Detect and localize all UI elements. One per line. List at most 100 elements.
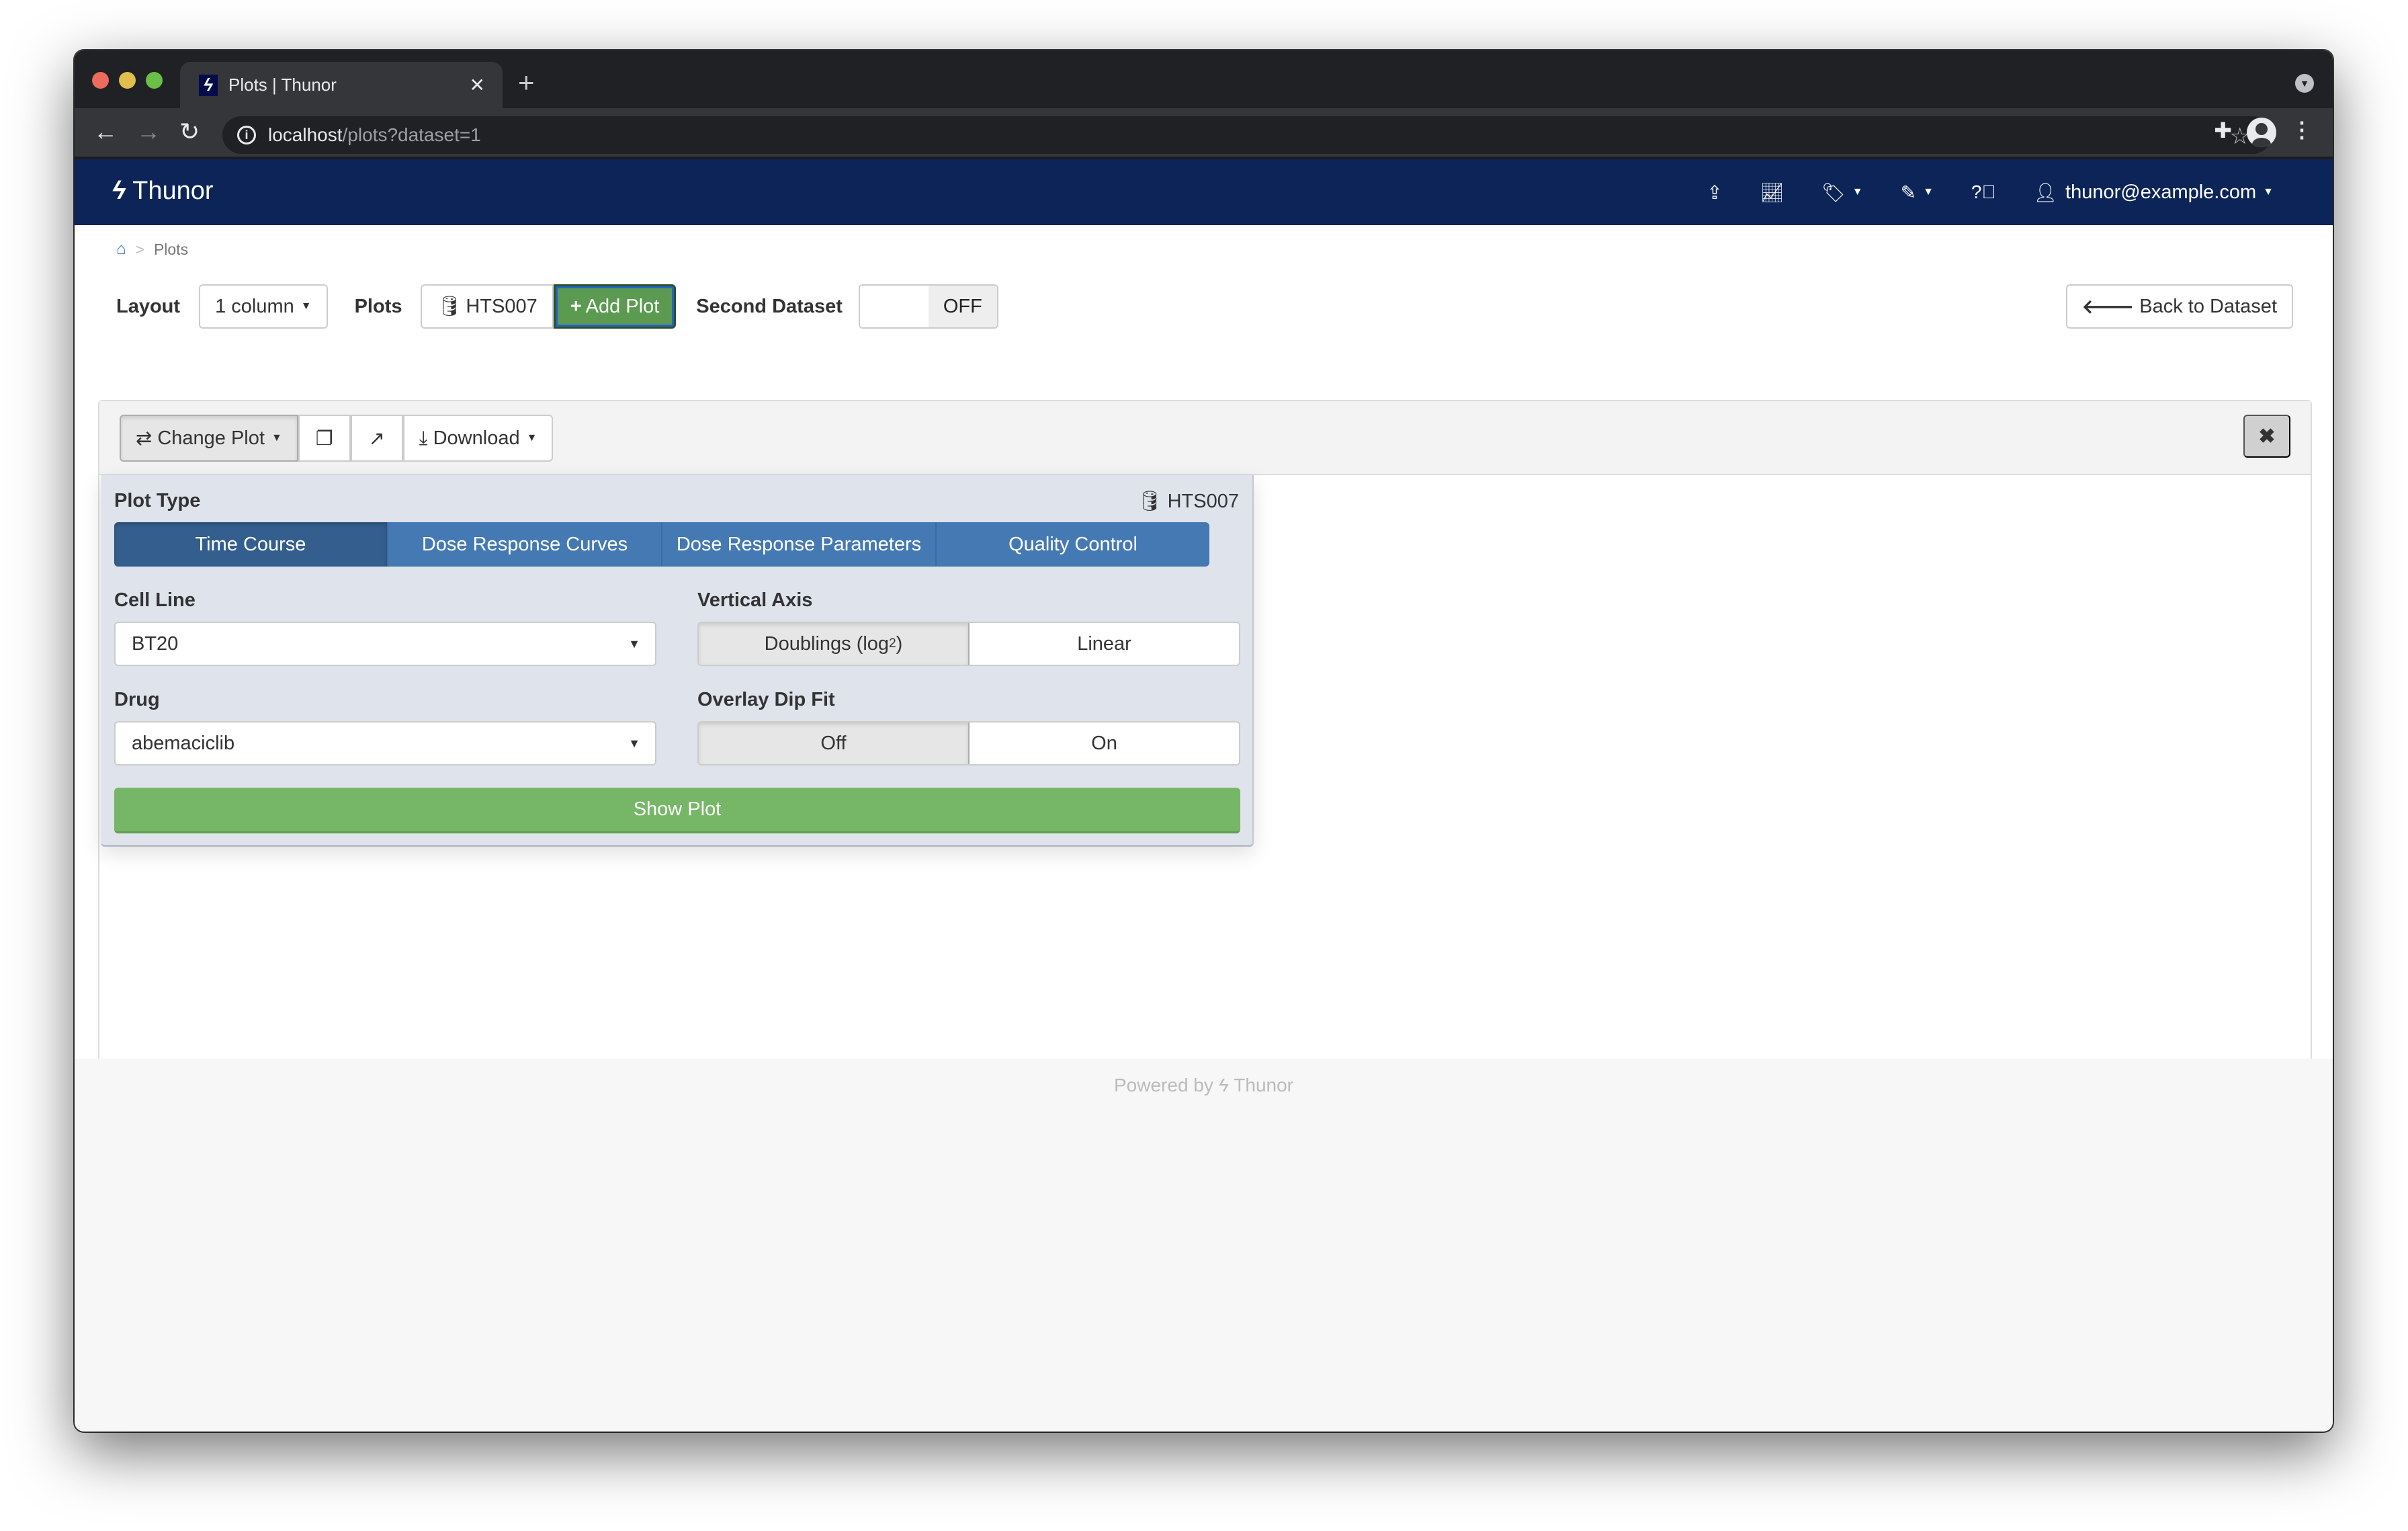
change-plot-dropdown: Plot Type 🛢︎ HTS007 Time Course Dose Res… <box>101 475 1254 847</box>
vertical-axis-doublings[interactable]: Doublings (log 2) <box>699 623 970 665</box>
extensions-icon[interactable]: ✚ <box>2214 118 2232 143</box>
tab-search-icon[interactable]: ▼ <box>2295 74 2314 93</box>
url-text: localhost/plots?dataset=1 <box>268 124 481 146</box>
chart-icon[interactable]: 📈︎ <box>1742 159 1803 225</box>
add-plot-button[interactable]: + Add Plot <box>553 284 677 329</box>
browser-tab[interactable]: ϟ Plots | Thunor ✕ <box>180 62 503 108</box>
download-button[interactable]: ⤓ Download ▼ <box>402 415 554 462</box>
help-icon[interactable]: ?⃝ <box>1952 159 2015 225</box>
footer-prefix: Powered by <box>1114 1075 1213 1095</box>
upload-icon[interactable]: ⇪ <box>1688 159 1741 225</box>
caret-down-icon: ▼ <box>271 432 282 444</box>
home-icon[interactable]: ⌂ <box>116 240 126 259</box>
second-dataset-toggle[interactable]: OFF <box>858 284 998 329</box>
change-plot-button[interactable]: ⇄ Change Plot ▼ <box>120 415 298 462</box>
tags-menu[interactable]: 🏷︎ ▼ <box>1803 159 1881 225</box>
footer-text: Powered by ϟ Thunor <box>75 1075 2333 1096</box>
show-plot-button[interactable]: Show Plot <box>114 788 1240 833</box>
layout-label: Layout <box>116 295 181 317</box>
copy-plot-button[interactable]: ❐ <box>298 415 351 462</box>
second-dataset-label: Second Dataset <box>696 295 843 317</box>
menu-icon[interactable]: ⋮ <box>2291 119 2313 140</box>
plot-type-dose-response-curves[interactable]: Dose Response Curves <box>388 522 662 567</box>
tab-strip: ϟ Plots | Thunor ✕ + ▼ <box>75 50 2333 108</box>
info-icon[interactable]: i <box>237 126 256 144</box>
change-plot-label: Change Plot <box>157 427 265 449</box>
toggle-state: OFF <box>928 286 997 327</box>
doublings-suffix: ) <box>896 632 903 655</box>
breadcrumb: ⌂ > Plots <box>116 240 188 259</box>
caret-down-icon: ▼ <box>300 300 312 312</box>
maximize-window-button[interactable] <box>146 72 163 89</box>
browser-toolbar: ← → ↻ i localhost/plots?dataset=1 ☆ ✚ ⋮ <box>75 108 2333 157</box>
cell-line-select[interactable]: BT20 ▼ <box>114 622 656 666</box>
browser-window: ϟ Plots | Thunor ✕ + ▼ ← → ↻ i localhost… <box>75 50 2333 1432</box>
download-icon: ⤓ <box>419 427 428 449</box>
minimize-window-button[interactable] <box>119 72 136 89</box>
copy-icon: ❐ <box>315 427 333 450</box>
toggle-handle <box>859 286 929 327</box>
back-arrow-icon[interactable]: ← <box>93 118 118 146</box>
vertical-axis-toggle: Doublings (log 2) Linear <box>697 622 1240 666</box>
drug-label: Drug <box>114 689 160 710</box>
new-tab-button[interactable]: + <box>518 67 535 99</box>
close-tab-icon[interactable]: ✕ <box>470 74 485 96</box>
url-host: localhost <box>268 124 343 145</box>
footer-brand[interactable]: Thunor <box>1234 1075 1293 1095</box>
database-icon: 🛢︎ <box>1137 491 1162 512</box>
cell-line-label: Cell Line <box>114 589 196 611</box>
breadcrumb-separator: > <box>135 240 144 258</box>
caret-down-icon: ▼ <box>628 736 640 750</box>
layout-dropdown[interactable]: 1 column ▼ <box>199 284 328 329</box>
user-email: thunor@example.com <box>2065 181 2257 203</box>
page-content: ⌂ > Plots Layout 1 column ▼ Plots 🛢︎ HTS… <box>75 225 2333 1080</box>
edit-menu[interactable]: ✎ ▼ <box>1882 159 1952 225</box>
close-window-button[interactable] <box>92 72 109 89</box>
plot-panel: ⇄ Change Plot ▼ ❐ ↗ ⤓ Download ▼ ✖ Plot … <box>98 400 2312 1080</box>
overlay-on[interactable]: On <box>970 722 1239 764</box>
breadcrumb-current: Plots <box>153 240 189 258</box>
arrow-left-icon: 🡐 <box>2081 296 2135 318</box>
reload-icon[interactable]: ↻ <box>179 118 200 146</box>
caret-down-icon: ▼ <box>526 432 538 444</box>
user-icon: 👤︎ <box>2033 181 2058 203</box>
close-icon: ✖ <box>2258 425 2276 448</box>
exchange-icon: ⇄ <box>136 427 153 450</box>
thunor-bolt-icon: ϟ <box>199 74 218 96</box>
plot-type-quality-control[interactable]: Quality Control <box>937 522 1209 567</box>
overlay-off[interactable]: Off <box>699 722 970 764</box>
overlay-dip-fit-label: Overlay Dip Fit <box>697 689 835 710</box>
plot-type-selector: Time Course Dose Response Curves Dose Re… <box>114 522 1209 567</box>
close-plot-button[interactable]: ✖ <box>2243 415 2290 458</box>
caret-down-icon: ▼ <box>628 636 640 651</box>
brand-link[interactable]: ϟ Thunor <box>112 177 214 206</box>
back-to-dataset-button[interactable]: 🡐 Back to Dataset <box>2065 284 2293 329</box>
footer: Powered by ϟ Thunor <box>75 1059 2333 1432</box>
edit-icon: ✎ <box>1900 181 1917 203</box>
brand-name: Thunor <box>132 177 214 205</box>
plot-controls: Layout 1 column ▼ Plots 🛢︎ HTS007 + Add … <box>116 284 2293 329</box>
vertical-axis-label: Vertical Axis <box>697 589 813 611</box>
profile-icon[interactable] <box>2247 118 2276 147</box>
layout-value: 1 column <box>215 295 294 317</box>
address-bar[interactable]: i localhost/plots?dataset=1 ☆ <box>222 116 2272 154</box>
forward-arrow-icon[interactable]: → <box>136 118 161 146</box>
doublings-label: Doublings (log <box>764 632 890 655</box>
plots-label: Plots <box>354 295 402 317</box>
log-base: 2 <box>889 636 896 651</box>
nav-right: ⇪ 📈︎ 🏷︎ ▼ ✎ ▼ ?⃝ 👤︎ thunor@example.com ▼ <box>1688 159 2292 225</box>
download-label: Download <box>433 427 520 449</box>
bolt-icon: ϟ <box>112 177 126 205</box>
open-external-button[interactable]: ↗ <box>350 415 403 462</box>
plus-icon: + <box>570 295 582 317</box>
back-button-label: Back to Dataset <box>2139 295 2277 317</box>
caret-down-icon: ▼ <box>1852 186 1863 198</box>
drug-select[interactable]: abemaciclib ▼ <box>114 721 656 766</box>
dataset-plot-button[interactable]: 🛢︎ HTS007 <box>421 284 554 329</box>
plot-type-label: Plot Type <box>114 490 201 511</box>
plot-type-dose-response-parameters[interactable]: Dose Response Parameters <box>662 522 937 567</box>
plot-type-time-course[interactable]: Time Course <box>114 522 388 567</box>
user-menu[interactable]: 👤︎ thunor@example.com ▼ <box>2014 159 2292 225</box>
vertical-axis-linear[interactable]: Linear <box>970 623 1239 665</box>
caret-down-icon: ▼ <box>1923 186 1934 198</box>
